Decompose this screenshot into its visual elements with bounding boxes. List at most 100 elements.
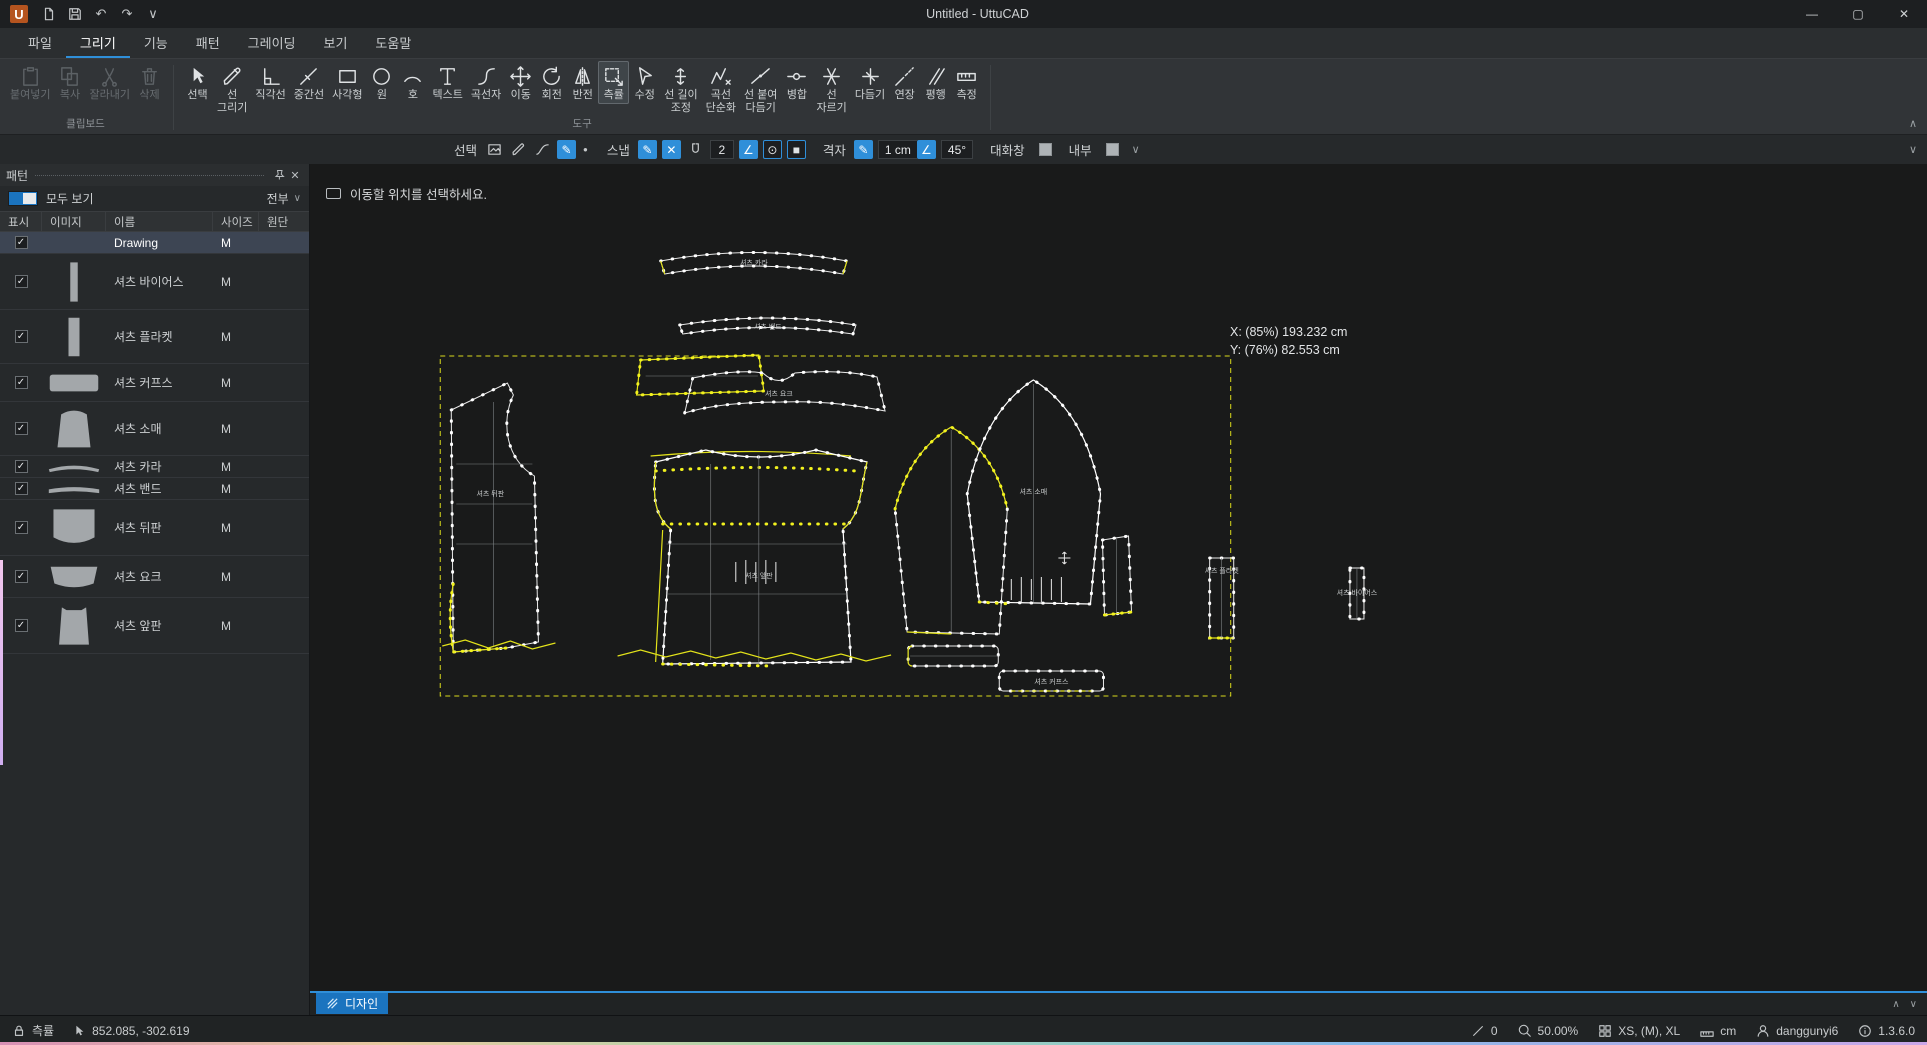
- paste-button[interactable]: 붙여넣기: [6, 61, 54, 104]
- piece-sleeve-right[interactable]: 셔츠 소매: [967, 380, 1100, 604]
- tool-scale[interactable]: 측률: [598, 61, 629, 104]
- redo-button[interactable]: ↷: [114, 0, 140, 28]
- options-more-button[interactable]: ∨: [1132, 143, 1140, 156]
- tool-text[interactable]: 텍스트: [428, 61, 466, 104]
- snap-magnet-toggle[interactable]: [686, 140, 705, 159]
- grid-size-input[interactable]: 1 cm: [878, 140, 917, 159]
- zoom-status[interactable]: 50.00%: [1518, 1024, 1579, 1038]
- snap-angle-toggle[interactable]: ∠: [739, 140, 758, 159]
- tool-line-draw[interactable]: 선 그리기: [213, 61, 251, 116]
- tool-parallel[interactable]: 평행: [920, 61, 951, 104]
- maximize-button[interactable]: ▢: [1835, 0, 1881, 28]
- tool-merge[interactable]: 병합: [781, 61, 812, 104]
- pen-select-toggle[interactable]: [509, 140, 528, 159]
- visibility-checkbox[interactable]: ✓: [15, 460, 28, 473]
- unit-status[interactable]: cm: [1700, 1024, 1736, 1038]
- tool-curve-simplify[interactable]: 곡선 단순화: [702, 61, 740, 116]
- save-button[interactable]: [62, 0, 88, 28]
- cut-button[interactable]: 잘라내기: [85, 61, 133, 104]
- piece-small-strip[interactable]: [1102, 536, 1131, 615]
- options-overflow-button[interactable]: ∨: [1909, 143, 1917, 156]
- menu-pattern[interactable]: 패턴: [182, 28, 234, 58]
- piece-placket[interactable]: 셔츠 플라켓: [1205, 558, 1240, 638]
- pencil-select-toggle-active[interactable]: ✎: [557, 140, 576, 159]
- tab-design[interactable]: 디자인: [316, 993, 388, 1014]
- close-button[interactable]: ✕: [1881, 0, 1927, 28]
- piece-selected-strip[interactable]: [637, 355, 764, 395]
- tool-modify[interactable]: 수정: [629, 61, 660, 104]
- piece-sleeve-left[interactable]: [895, 427, 1007, 634]
- drawing-canvas[interactable]: 셔츠 카라 셔츠 밴드 셔츠 뒤판: [310, 164, 1927, 991]
- grid-angle-toggle[interactable]: ∠: [917, 140, 936, 159]
- ribbon-collapse-button[interactable]: ∧: [1909, 117, 1917, 130]
- tool-curve-ruler[interactable]: 곡선자: [467, 61, 505, 104]
- list-item-placket[interactable]: ✓ 셔츠 플라켓 M: [0, 310, 309, 364]
- visibility-checkbox[interactable]: ✓: [15, 236, 28, 249]
- snap-intersection-toggle[interactable]: ✕: [662, 140, 681, 159]
- list-item-sleeve[interactable]: ✓ 셔츠 소매 M: [0, 402, 309, 456]
- tool-move[interactable]: 이동: [505, 61, 536, 104]
- menu-help[interactable]: 도움말: [361, 28, 425, 58]
- snap-pencil-toggle[interactable]: ✎: [638, 140, 657, 159]
- visibility-checkbox[interactable]: ✓: [15, 376, 28, 389]
- visibility-checkbox[interactable]: ✓: [15, 521, 28, 534]
- list-item-drawing[interactable]: ✓ Drawing M: [0, 232, 309, 254]
- tab-scroll-down-button[interactable]: ∨: [1910, 999, 1917, 1010]
- tool-line-attach-trim[interactable]: 선 붙여 다듬기: [740, 61, 781, 116]
- tool-arc[interactable]: 호: [397, 61, 428, 104]
- piece-band[interactable]: 셔츠 밴드: [680, 318, 856, 334]
- curve-select-toggle[interactable]: [533, 140, 552, 159]
- menu-draw[interactable]: 그리기: [66, 28, 130, 58]
- tool-measure[interactable]: 측정: [951, 61, 982, 104]
- quickbar-customize-button[interactable]: ∨: [140, 0, 166, 28]
- filter-dropdown[interactable]: 전부 ∨: [267, 190, 301, 207]
- close-panel-button[interactable]: ✕: [287, 169, 303, 182]
- tab-scroll-up-button[interactable]: ∧: [1892, 999, 1899, 1010]
- tool-select[interactable]: 선택: [182, 61, 213, 104]
- snap-tolerance-input[interactable]: 2: [710, 140, 734, 159]
- show-all-toggle[interactable]: [8, 191, 38, 206]
- menu-file[interactable]: 파일: [14, 28, 66, 58]
- list-item-front[interactable]: ✓ 셔츠 앞판 M: [0, 598, 309, 654]
- minimize-button[interactable]: —: [1789, 0, 1835, 28]
- new-file-button[interactable]: [36, 0, 62, 28]
- visibility-checkbox[interactable]: ✓: [15, 330, 28, 343]
- menu-function[interactable]: 기능: [130, 28, 182, 58]
- piece-bias[interactable]: 셔츠 바이어스: [1337, 568, 1378, 619]
- piece-collar[interactable]: 셔츠 카라: [661, 253, 847, 275]
- inner-checkbox[interactable]: [1106, 143, 1119, 156]
- delete-button[interactable]: 삭제: [134, 61, 165, 104]
- visibility-checkbox[interactable]: ✓: [15, 275, 28, 288]
- menu-view[interactable]: 보기: [310, 28, 362, 58]
- tool-circle[interactable]: 원: [366, 61, 397, 104]
- piece-cuff-1[interactable]: [908, 646, 998, 666]
- sizes-status[interactable]: XS, (M), XL: [1598, 1024, 1680, 1038]
- tool-rectangle[interactable]: 사각형: [328, 61, 366, 104]
- tool-mirror[interactable]: 반전: [567, 61, 598, 104]
- tool-rotate[interactable]: 회전: [536, 61, 567, 104]
- visibility-checkbox[interactable]: ✓: [15, 570, 28, 583]
- visibility-checkbox[interactable]: ✓: [15, 619, 28, 632]
- tool-trim[interactable]: 다듬기: [851, 61, 889, 104]
- piece-cuff-2[interactable]: 셔츠 커프스: [999, 671, 1103, 691]
- grid-angle-input[interactable]: 45°: [941, 140, 973, 159]
- list-item-cuffs[interactable]: ✓ 셔츠 커프스 M: [0, 364, 309, 402]
- piece-front[interactable]: 셔츠 앞판: [442, 450, 891, 666]
- piece-back[interactable]: 셔츠 뒤판: [450, 383, 538, 652]
- tool-line-length[interactable]: 선 길이 조정: [660, 61, 701, 116]
- tool-extend[interactable]: 연장: [889, 61, 920, 104]
- user-status[interactable]: danggunyi6: [1756, 1024, 1838, 1038]
- tool-line-cut[interactable]: 선 자르기: [812, 61, 850, 116]
- visibility-checkbox[interactable]: ✓: [15, 422, 28, 435]
- dialog-checkbox[interactable]: [1039, 143, 1052, 156]
- menu-grading[interactable]: 그레이딩: [234, 28, 310, 58]
- list-item-bias[interactable]: ✓ 셔츠 바이어스 M: [0, 254, 309, 310]
- undo-button[interactable]: ↶: [88, 0, 114, 28]
- visibility-checkbox[interactable]: ✓: [15, 482, 28, 495]
- snap-fill-toggle[interactable]: ■: [787, 140, 806, 159]
- list-item-back[interactable]: ✓ 셔츠 뒤판 M: [0, 500, 309, 556]
- copy-button[interactable]: 복사: [54, 61, 85, 104]
- pin-panel-button[interactable]: [271, 169, 287, 181]
- list-item-band[interactable]: ✓ 셔츠 밴드 M: [0, 478, 309, 500]
- image-select-toggle[interactable]: [485, 140, 504, 159]
